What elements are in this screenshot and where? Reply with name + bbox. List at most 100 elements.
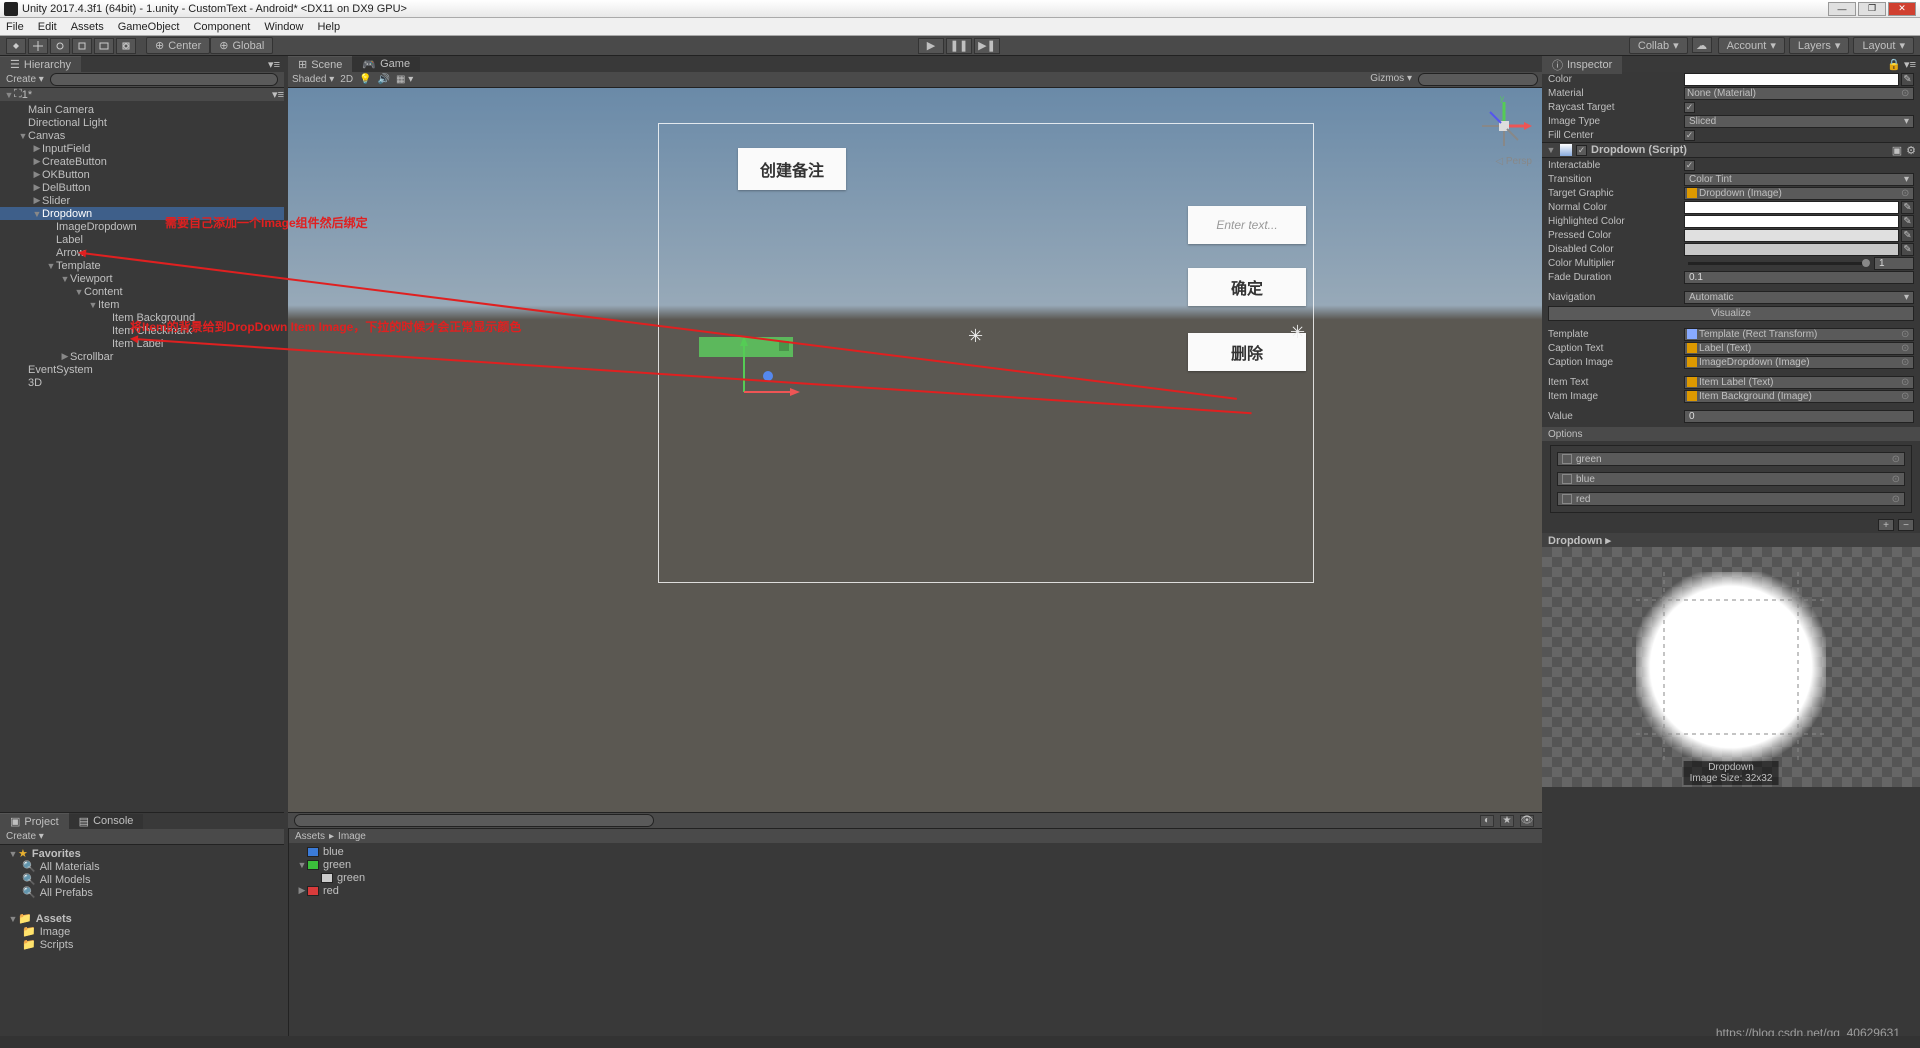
project-tree-item[interactable]: 📁Image (0, 925, 284, 938)
move-tool[interactable] (28, 38, 48, 54)
hierarchy-item[interactable]: Main Camera (0, 103, 284, 116)
save-search-icon[interactable]: ★ (1500, 815, 1514, 827)
hierarchy-item[interactable]: ▶InputField (0, 142, 284, 155)
hierarchy-search[interactable] (50, 73, 278, 86)
shading-mode[interactable]: Shaded ▾ (292, 74, 334, 85)
hierarchy-item[interactable]: Item Background (0, 311, 284, 324)
hierarchy-item[interactable]: ▼Content (0, 285, 284, 298)
object-field[interactable]: Label (Text)⊙ (1684, 342, 1914, 355)
project-create[interactable]: Create ▾ (6, 831, 44, 842)
filter-icon[interactable]: ◐ (1480, 815, 1494, 827)
pause-button[interactable]: ❚❚ (946, 38, 972, 54)
transform-tool[interactable] (116, 38, 136, 54)
visualize-button[interactable]: Visualize (1548, 306, 1914, 321)
collab-button[interactable]: Collab ▾ (1629, 37, 1688, 54)
hidden-icon[interactable]: 👁 (1520, 815, 1534, 827)
account-button[interactable]: Account ▾ (1718, 37, 1785, 54)
hierarchy-item[interactable]: ▶Scrollbar (0, 350, 284, 363)
game-tab[interactable]: 🎮 Game (352, 57, 420, 72)
help-icon[interactable]: ▣ (1892, 144, 1902, 157)
hierarchy-item[interactable]: ▼Item (0, 298, 284, 311)
menu-assets[interactable]: Assets (71, 21, 104, 33)
close-button[interactable]: ✕ (1888, 2, 1916, 16)
transition-dropdown[interactable]: Color Tint▾ (1684, 173, 1914, 186)
inspector-field[interactable]: None (Material)⊙ (1684, 87, 1914, 100)
inspector-lock[interactable]: 🔒 ▾≡ (1883, 58, 1920, 71)
color-field[interactable] (1684, 229, 1899, 242)
hierarchy-item[interactable]: Label (0, 233, 284, 246)
play-button[interactable]: ▶ (918, 38, 944, 54)
audio-toggle[interactable]: 🔊 (378, 74, 390, 85)
inspector-field[interactable]: ✓ (1684, 130, 1914, 141)
menu-file[interactable]: File (6, 21, 24, 33)
menu-gameobject[interactable]: GameObject (118, 21, 180, 33)
maximize-button[interactable]: ❐ (1858, 2, 1886, 16)
hierarchy-item[interactable]: ▶CreateButton (0, 155, 284, 168)
asset-item[interactable]: ▼green (289, 858, 1542, 871)
asset-item[interactable]: green (289, 871, 1542, 884)
inspector-tab[interactable]: ⓘ Inspector (1542, 56, 1622, 74)
hierarchy-item[interactable]: Directional Light (0, 116, 284, 129)
color-multiplier-value[interactable]: 1 (1874, 257, 1914, 270)
project-tree-item[interactable]: 🔍All Prefabs (0, 886, 284, 899)
project-tree-item[interactable]: 🔍All Models (0, 873, 284, 886)
interactable-checkbox[interactable]: ✓ (1684, 160, 1695, 171)
dropdown-component-header[interactable]: ▼ ✓ Dropdown (Script) ▣ ⚙ (1542, 142, 1920, 158)
hierarchy-item[interactable]: EventSystem (0, 363, 284, 376)
target-graphic-field[interactable]: Dropdown (Image)⊙ (1684, 187, 1914, 200)
layers-button[interactable]: Layers ▾ (1789, 37, 1850, 54)
local-global-toggle[interactable]: ⊕ Global (210, 37, 273, 54)
settings-icon[interactable]: ⚙ (1906, 144, 1916, 157)
menu-help[interactable]: Help (317, 21, 340, 33)
scene-row[interactable]: ▼⛶ 1*▾≡ (0, 88, 284, 101)
component-enabled-checkbox[interactable]: ✓ (1576, 145, 1587, 156)
project-search[interactable] (294, 814, 654, 827)
scale-tool[interactable] (72, 38, 92, 54)
rect-tool[interactable] (94, 38, 114, 54)
eyedropper-icon[interactable]: ✎ (1901, 243, 1914, 256)
project-tree-item[interactable]: ▼📁Assets (0, 912, 284, 925)
add-option-button[interactable]: + (1878, 519, 1894, 531)
fade-duration-field[interactable]: 0.1 (1684, 271, 1914, 284)
eyedropper-icon[interactable]: ✎ (1901, 201, 1914, 214)
eyedropper-icon[interactable]: ✎ (1901, 229, 1914, 242)
asset-item[interactable]: blue (289, 845, 1542, 858)
hierarchy-tab[interactable]: ☰ Hierarchy (0, 56, 81, 72)
asset-item[interactable]: ▶red (289, 884, 1542, 897)
inspector-field[interactable]: ✓ (1684, 102, 1914, 113)
object-field[interactable]: ImageDropdown (Image)⊙ (1684, 356, 1914, 369)
option-item[interactable]: red⊙ (1557, 492, 1905, 506)
object-field[interactable]: Template (Rect Transform)⊙ (1684, 328, 1914, 341)
eyedropper-icon[interactable]: ✎ (1901, 215, 1914, 228)
option-item[interactable]: green⊙ (1557, 452, 1905, 466)
scene-tab[interactable]: ⊞ Scene (288, 56, 352, 72)
scene-view[interactable]: 创建备注 Enter text... 确定 删除 ✳ ✳ y ◁ Persp (288, 88, 1542, 812)
cloud-button[interactable]: ☁ (1692, 37, 1712, 53)
option-item[interactable]: blue⊙ (1557, 472, 1905, 486)
step-button[interactable]: ▶❚ (974, 38, 1000, 54)
object-field[interactable]: Item Background (Image)⊙ (1684, 390, 1914, 403)
object-field[interactable]: Item Label (Text)⊙ (1684, 376, 1914, 389)
hierarchy-item[interactable]: Item Label (0, 337, 284, 350)
hierarchy-item[interactable]: ▼Canvas (0, 129, 284, 142)
hierarchy-item[interactable]: ▼Dropdown (0, 207, 284, 220)
project-tree-item[interactable]: ▼★Favorites (0, 847, 284, 860)
hierarchy-item[interactable]: 3D (0, 376, 284, 389)
orientation-gizmo[interactable]: y (1474, 96, 1534, 156)
menu-window[interactable]: Window (264, 21, 303, 33)
color-field[interactable] (1684, 201, 1899, 214)
menu-component[interactable]: Component (193, 21, 250, 33)
minimize-button[interactable]: — (1828, 2, 1856, 16)
breadcrumb[interactable]: Assets ▸ Image (289, 829, 1542, 843)
panel-menu[interactable]: ▾≡ (264, 58, 284, 71)
create-button[interactable]: Create ▾ (6, 74, 44, 85)
layout-button[interactable]: Layout ▾ (1853, 37, 1914, 54)
horizontal-scrollbar[interactable] (0, 1036, 1920, 1048)
value-field[interactable]: 0 (1684, 410, 1914, 423)
navigation-dropdown[interactable]: Automatic▾ (1684, 291, 1914, 304)
hierarchy-item[interactable]: Item Checkmark (0, 324, 284, 337)
lighting-toggle[interactable]: 💡 (359, 74, 371, 85)
project-tab[interactable]: ▣ Project (0, 813, 69, 829)
pivot-center-toggle[interactable]: ⊕ Center (146, 37, 210, 54)
persp-label[interactable]: ◁ Persp (1495, 156, 1532, 167)
